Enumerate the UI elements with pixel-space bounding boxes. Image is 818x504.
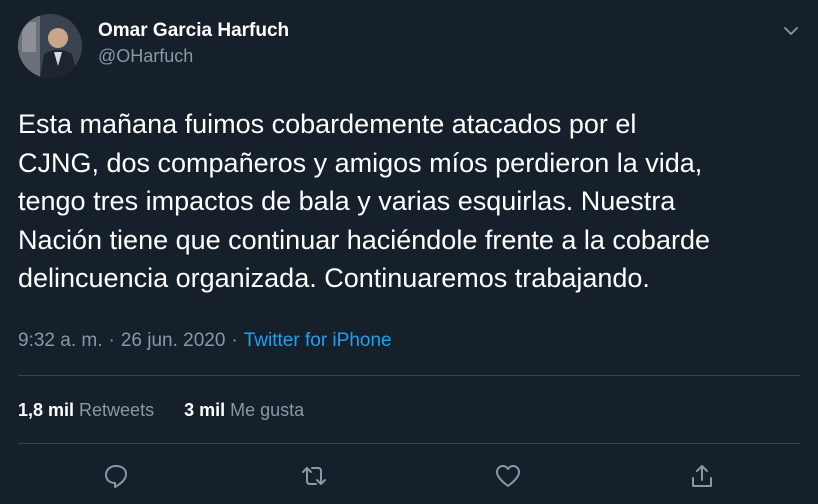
tweet-header: Omar Garcia Harfuch @OHarfuch bbox=[18, 14, 289, 78]
divider bbox=[18, 443, 800, 444]
retweets-stat[interactable]: 1,8 mil Retweets bbox=[18, 400, 154, 421]
likes-label: Me gusta bbox=[230, 400, 305, 420]
likes-count: 3 mil bbox=[184, 400, 226, 420]
reply-icon[interactable] bbox=[102, 462, 130, 490]
retweets-count: 1,8 mil bbox=[18, 400, 75, 420]
tweet-meta: 9:32 a. m. · 26 jun. 2020 · Twitter for … bbox=[18, 330, 392, 352]
chevron-down-icon[interactable] bbox=[782, 22, 800, 40]
retweets-label: Retweets bbox=[79, 400, 155, 420]
tweet-source-link[interactable]: Twitter for iPhone bbox=[244, 330, 392, 352]
meta-separator: · bbox=[231, 330, 238, 351]
name-block: Omar Garcia Harfuch @OHarfuch bbox=[98, 18, 289, 68]
author-handle[interactable]: @OHarfuch bbox=[98, 44, 289, 68]
meta-separator: · bbox=[108, 330, 115, 351]
tweet-text: Esta mañana fuimos cobardemente atacados… bbox=[18, 109, 710, 293]
heart-icon[interactable] bbox=[494, 462, 522, 490]
tweet-card: Omar Garcia Harfuch @OHarfuch Esta mañan… bbox=[0, 0, 818, 504]
author-name[interactable]: Omar Garcia Harfuch bbox=[98, 18, 289, 44]
divider bbox=[18, 375, 800, 376]
action-bar bbox=[0, 462, 818, 496]
share-icon[interactable] bbox=[688, 462, 716, 490]
likes-stat[interactable]: 3 mil Me gusta bbox=[184, 400, 304, 421]
tweet-time[interactable]: 9:32 a. m. bbox=[18, 330, 103, 352]
tweet-date[interactable]: 26 jun. 2020 bbox=[121, 330, 226, 352]
avatar[interactable] bbox=[18, 14, 82, 78]
retweet-icon[interactable] bbox=[300, 462, 328, 490]
tweet-stats: 1,8 mil Retweets 3 mil Me gusta bbox=[18, 400, 304, 421]
